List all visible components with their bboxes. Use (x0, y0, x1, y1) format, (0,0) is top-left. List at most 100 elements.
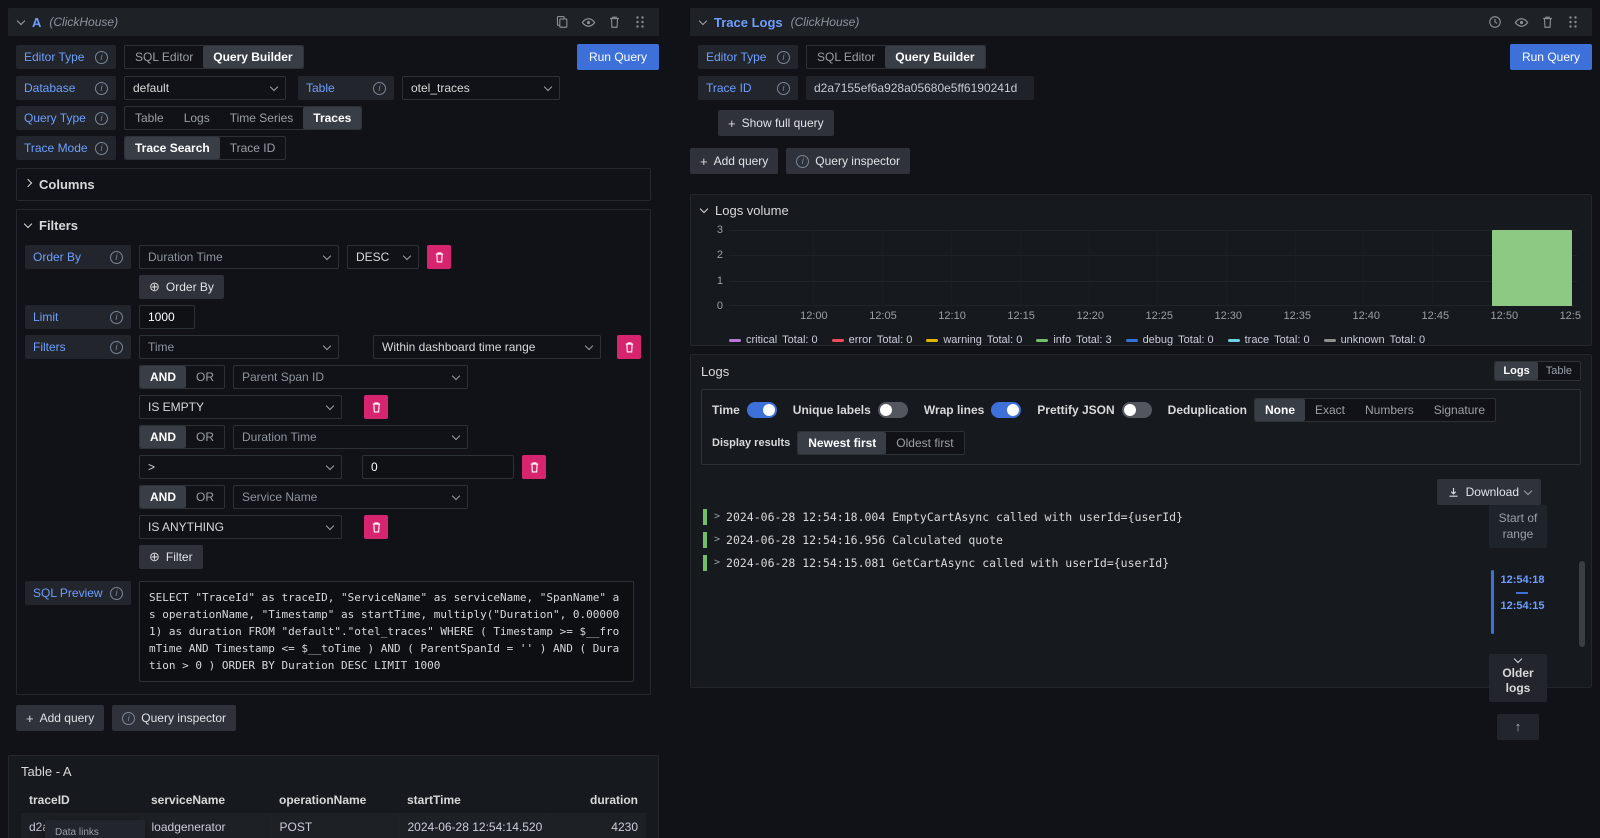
download-button[interactable]: Download (1437, 479, 1541, 505)
option-dedup-numbers[interactable]: Numbers (1355, 399, 1424, 421)
add-order-by-button[interactable]: ⊕Order By (139, 275, 224, 299)
collapse-chevron-icon[interactable] (17, 16, 25, 24)
show-full-query-button[interactable]: +Show full query (718, 110, 834, 136)
condition-value-input[interactable] (362, 455, 514, 479)
option-sql-editor[interactable]: SQL Editor (807, 46, 885, 68)
drag-handle-icon[interactable] (631, 13, 649, 31)
option-table-view[interactable]: Table (1538, 362, 1580, 380)
remove-condition-button[interactable] (522, 455, 546, 479)
column-header-traceid[interactable]: traceID (21, 787, 143, 814)
scroll-to-top-button[interactable]: ↑ (1497, 714, 1539, 740)
legend-item-warning[interactable]: warningTotal: 0 (926, 334, 1022, 346)
hide-query-eye-icon[interactable] (579, 13, 597, 31)
logs-volume-header[interactable]: Logs volume (701, 201, 1581, 224)
option-and[interactable]: AND (140, 426, 186, 448)
filters-section-header[interactable]: Filters (25, 216, 642, 235)
option-sql-editor[interactable]: SQL Editor (125, 46, 203, 68)
table-select[interactable]: otel_traces (402, 76, 560, 100)
condition-field-select[interactable]: Duration Time (233, 425, 468, 449)
expand-chevron-icon[interactable]: > (714, 534, 720, 545)
option-traces[interactable]: Traces (303, 107, 361, 129)
info-icon[interactable]: i (95, 142, 108, 155)
drag-handle-icon[interactable] (1564, 13, 1582, 31)
legend-item-trace[interactable]: traceTotal: 0 (1228, 334, 1310, 346)
option-and[interactable]: AND (140, 486, 186, 508)
query-inspector-button[interactable]: iQuery inspector (112, 705, 236, 731)
info-icon[interactable]: i (110, 341, 123, 354)
query-inspector-button[interactable]: iQuery inspector (786, 148, 910, 174)
condition-field-select[interactable]: Parent Span ID (233, 365, 468, 389)
trace-logs-title[interactable]: Trace Logs (714, 15, 783, 30)
option-logs[interactable]: Logs (174, 107, 220, 129)
add-query-button[interactable]: +Add query (690, 148, 778, 174)
operator-select[interactable]: IS ANYTHING (139, 515, 342, 539)
remove-condition-button[interactable] (364, 395, 388, 419)
info-icon[interactable]: i (95, 82, 108, 95)
log-line[interactable]: >2024-06-28 12:54:16.956 Calculated quot… (703, 532, 1443, 548)
option-or[interactable]: OR (186, 426, 224, 448)
info-icon[interactable]: i (373, 82, 386, 95)
column-header-duration[interactable]: duration (549, 787, 646, 814)
run-query-button[interactable]: Run Query (577, 44, 659, 70)
remove-condition-button[interactable] (364, 515, 388, 539)
filter-field-select[interactable]: Time (139, 335, 339, 359)
unique-labels-toggle[interactable] (878, 402, 908, 418)
remove-order-by-button[interactable] (427, 245, 451, 269)
legend-item-debug[interactable]: debugTotal: 0 (1126, 334, 1214, 346)
logs-scroll-area[interactable]: Download >2024-06-28 12:54:18.004 EmptyC… (701, 473, 1581, 711)
limit-input[interactable] (139, 305, 195, 329)
info-icon[interactable]: i (95, 51, 108, 64)
option-trace-search[interactable]: Trace Search (125, 137, 220, 159)
info-icon[interactable]: i (110, 311, 123, 324)
add-filter-button[interactable]: ⊕Filter (139, 545, 203, 569)
info-icon[interactable]: i (777, 51, 790, 64)
expand-chevron-icon[interactable]: > (714, 557, 720, 568)
option-dedup-signature[interactable]: Signature (1424, 399, 1495, 421)
prettify-json-toggle[interactable] (1122, 402, 1152, 418)
run-query-button[interactable]: Run Query (1510, 44, 1592, 70)
info-icon[interactable]: i (95, 112, 108, 125)
hide-query-eye-icon[interactable] (1512, 13, 1530, 31)
column-header-operationname[interactable]: operationName (271, 787, 399, 814)
legend-item-unknown[interactable]: unknownTotal: 0 (1324, 334, 1426, 346)
operator-select[interactable]: > (139, 455, 342, 479)
option-dedup-exact[interactable]: Exact (1305, 399, 1355, 421)
query-history-clock-icon[interactable] (1486, 13, 1504, 31)
info-icon[interactable]: i (110, 251, 123, 264)
add-query-button[interactable]: +Add query (16, 705, 104, 731)
order-by-field-select[interactable]: Duration Time (139, 245, 339, 269)
wrap-lines-toggle[interactable] (991, 402, 1021, 418)
remove-filter-button[interactable] (617, 335, 641, 359)
option-query-builder[interactable]: Query Builder (203, 46, 302, 68)
log-line[interactable]: >2024-06-28 12:54:15.081 GetCartAsync ca… (703, 555, 1443, 571)
database-select[interactable]: default (124, 76, 286, 100)
older-logs-button[interactable]: Older logs (1489, 654, 1547, 702)
collapse-chevron-icon[interactable] (699, 16, 707, 24)
order-by-direction-select[interactable]: DESC (347, 245, 419, 269)
info-icon[interactable]: i (777, 82, 790, 95)
option-query-builder[interactable]: Query Builder (885, 46, 984, 68)
option-time-series[interactable]: Time Series (220, 107, 304, 129)
query-ref-id[interactable]: A (32, 15, 41, 30)
logs-scrollbar[interactable] (1579, 561, 1585, 647)
delete-query-trash-icon[interactable] (1538, 13, 1556, 31)
time-toggle[interactable] (747, 402, 777, 418)
option-trace-id[interactable]: Trace ID (220, 137, 286, 159)
option-table[interactable]: Table (125, 107, 174, 129)
option-or[interactable]: OR (186, 486, 224, 508)
column-header-servicename[interactable]: serviceName (143, 787, 271, 814)
option-oldest-first[interactable]: Oldest first (886, 432, 963, 454)
condition-field-select[interactable]: Service Name (233, 485, 468, 509)
duplicate-query-icon[interactable] (553, 13, 571, 31)
option-and[interactable]: AND (140, 366, 186, 388)
expand-chevron-icon[interactable]: > (714, 511, 720, 522)
legend-item-info[interactable]: infoTotal: 3 (1036, 334, 1111, 346)
visible-range-indicator[interactable]: 12:54:18 12:54:15 (1489, 570, 1547, 634)
option-dedup-none[interactable]: None (1255, 399, 1305, 421)
option-newest-first[interactable]: Newest first (798, 432, 886, 454)
columns-section-header[interactable]: Columns (25, 175, 642, 194)
legend-item-error[interactable]: errorTotal: 0 (832, 334, 913, 346)
delete-query-trash-icon[interactable] (605, 13, 623, 31)
option-or[interactable]: OR (186, 366, 224, 388)
info-icon[interactable]: i (110, 587, 123, 600)
